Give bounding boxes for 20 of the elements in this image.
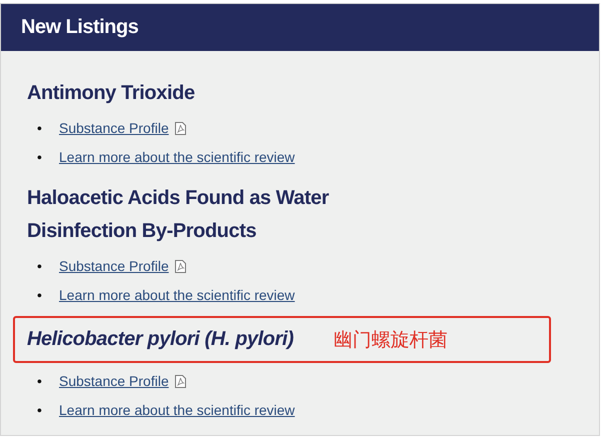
substance-profile-link[interactable]: Substance Profile xyxy=(59,252,169,281)
listing-title: Antimony Trioxide xyxy=(27,81,195,106)
list-bullet: • xyxy=(37,148,43,167)
review-link[interactable]: Learn more about the scientific review xyxy=(59,396,295,425)
panel-title: New Listings xyxy=(21,16,138,39)
pdf-icon xyxy=(174,260,186,273)
list-bullet: • xyxy=(37,257,43,276)
list-bullet: • xyxy=(37,119,43,138)
list-bullet: • xyxy=(37,286,43,305)
listing-title: Haloacetic Acids Found as Water Disinfection By-Products xyxy=(27,186,330,244)
listing-title: Helicobacter pylori (H. pylori) xyxy=(27,327,294,352)
review-link[interactable]: Learn more about the scientific review xyxy=(59,143,295,172)
substance-profile-link[interactable]: Substance Profile xyxy=(59,367,169,396)
pdf-icon xyxy=(174,122,186,135)
annotation-note: 幽门螺旋杆菌 xyxy=(334,328,448,352)
review-link[interactable]: Learn more about the scientific review xyxy=(59,281,295,310)
pdf-icon xyxy=(174,375,186,388)
substance-profile-link[interactable]: Substance Profile xyxy=(59,114,169,143)
list-bullet: • xyxy=(37,372,43,391)
list-bullet: • xyxy=(37,401,43,420)
